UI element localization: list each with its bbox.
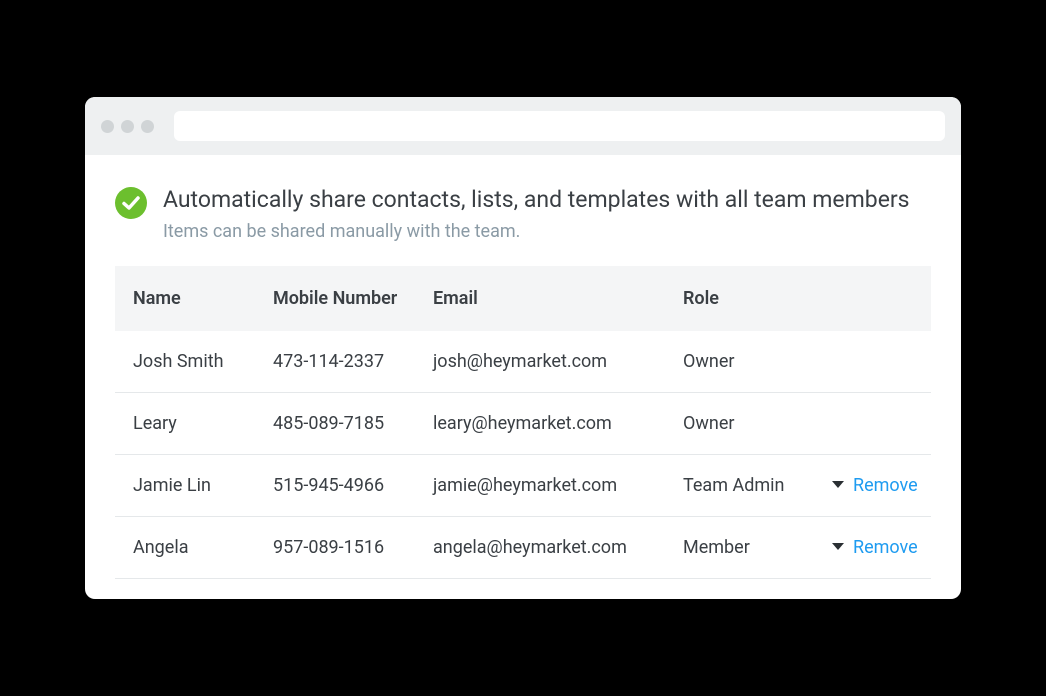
col-mobile: Mobile Number	[273, 288, 433, 309]
notice-subtitle: Items can be shared manually with the te…	[163, 221, 931, 242]
remove-link[interactable]: Remove	[853, 475, 918, 496]
cell-email: angela@heymarket.com	[433, 537, 683, 558]
col-email: Email	[433, 288, 683, 309]
cell-mobile: 485-089-7185	[273, 413, 433, 434]
check-circle-icon	[115, 187, 147, 219]
cell-action: Remove	[853, 475, 953, 496]
table-row: Josh Smith473-114-2337josh@heymarket.com…	[115, 331, 931, 393]
cell-role[interactable]: Team Admin	[683, 475, 853, 496]
cell-email: josh@heymarket.com	[433, 351, 683, 372]
role-label: Owner	[683, 413, 735, 434]
table-header: Name Mobile Number Email Role	[115, 266, 931, 331]
cell-name: Leary	[133, 413, 273, 434]
remove-link[interactable]: Remove	[853, 537, 918, 558]
minimize-dot[interactable]	[121, 120, 134, 133]
cell-name: Jamie Lin	[133, 475, 273, 496]
role-label: Member	[683, 537, 750, 558]
url-bar[interactable]	[174, 111, 945, 141]
table-row: Angela957-089-1516angela@heymarket.comMe…	[115, 517, 931, 579]
cell-mobile: 473-114-2337	[273, 351, 433, 372]
content-area: Automatically share contacts, lists, and…	[85, 155, 961, 599]
col-actions	[853, 288, 953, 309]
window-controls	[101, 120, 154, 133]
app-window: Automatically share contacts, lists, and…	[85, 97, 961, 599]
cell-role: Owner	[683, 413, 853, 434]
share-notice: Automatically share contacts, lists, and…	[115, 185, 931, 242]
notice-title: Automatically share contacts, lists, and…	[163, 185, 931, 215]
table-row: Leary485-089-7185leary@heymarket.comOwne…	[115, 393, 931, 455]
col-name: Name	[133, 288, 273, 309]
cell-email: leary@heymarket.com	[433, 413, 683, 434]
table-row: Jamie Lin515-945-4966jamie@heymarket.com…	[115, 455, 931, 517]
cell-role[interactable]: Member	[683, 537, 853, 558]
cell-email: jamie@heymarket.com	[433, 475, 683, 496]
cell-role: Owner	[683, 351, 853, 372]
chevron-down-icon[interactable]	[831, 542, 845, 552]
members-table: Name Mobile Number Email Role Josh Smith…	[115, 266, 931, 579]
cell-name: Josh Smith	[133, 351, 273, 372]
cell-mobile: 515-945-4966	[273, 475, 433, 496]
titlebar	[85, 97, 961, 155]
zoom-dot[interactable]	[141, 120, 154, 133]
role-label: Owner	[683, 351, 735, 372]
close-dot[interactable]	[101, 120, 114, 133]
cell-mobile: 957-089-1516	[273, 537, 433, 558]
role-label: Team Admin	[683, 475, 784, 496]
chevron-down-icon[interactable]	[831, 480, 845, 490]
cell-action: Remove	[853, 537, 953, 558]
cell-name: Angela	[133, 537, 273, 558]
col-role: Role	[683, 288, 853, 309]
